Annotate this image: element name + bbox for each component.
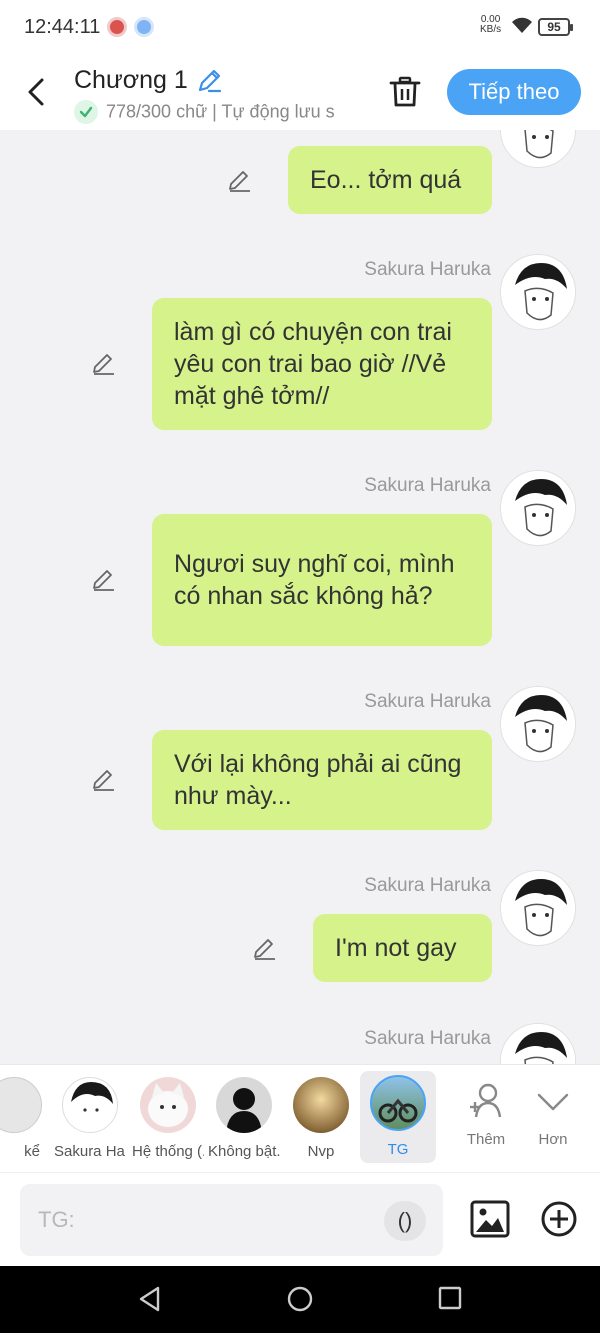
edit-message-icon[interactable] — [90, 767, 116, 793]
bike-avatar — [370, 1075, 426, 1131]
character-strip[interactable]: kể Sakura Ha... Hệ thống (... Không bật.… — [0, 1064, 600, 1172]
avatar[interactable] — [500, 470, 576, 546]
message-bubble[interactable]: Ngươi suy nghĩ coi, mình có nhan sắc khô… — [152, 514, 492, 646]
add-label: Thêm — [466, 1131, 506, 1148]
save-status: 778/300 chữ | Tự động lưu s — [74, 100, 364, 124]
sender-name: Sakura Haruka — [364, 259, 491, 280]
sender-name: Sakura Haruka — [364, 875, 491, 896]
edit-message-icon[interactable] — [226, 168, 252, 194]
edit-title-icon[interactable] — [195, 67, 223, 95]
input-bar: () — [0, 1172, 600, 1266]
message-text: Ngươi suy nghĩ coi, mình có nhan sắc khô… — [174, 550, 455, 610]
character-name: kể — [24, 1143, 40, 1160]
message-bubble[interactable]: làm gì có chuyện con trai yêu con trai b… — [152, 298, 492, 430]
nav-recents-icon[interactable] — [437, 1285, 463, 1311]
character-name: TG — [387, 1141, 409, 1158]
light-avatar — [293, 1077, 349, 1133]
chevron-down-icon — [537, 1093, 569, 1111]
edit-message-icon[interactable] — [90, 567, 116, 593]
saved-check-icon — [74, 100, 98, 124]
add-circle-icon[interactable] — [540, 1200, 578, 1238]
message-text: Với lại không phải ai cũng như mày... — [174, 750, 462, 810]
narrator-icon — [0, 1077, 42, 1133]
image-icon[interactable] — [470, 1200, 510, 1238]
app-notification-icon — [134, 17, 154, 37]
cat-avatar — [140, 1077, 196, 1133]
word-count: 778/300 chữ — [106, 101, 208, 122]
character-khong-bat[interactable]: Không bật... — [208, 1073, 280, 1160]
action-bracket-button[interactable]: () — [384, 1201, 426, 1241]
status-bar: 12:44:11 0.00 KB/s 95 — [0, 0, 600, 56]
more-label: Hơn — [538, 1131, 568, 1148]
character-system[interactable]: Hệ thống (... — [132, 1073, 204, 1160]
character-name: Không bật... — [208, 1143, 280, 1160]
chat-area[interactable]: Eo... tởm quá Sakura Haruka làm gì có ch… — [0, 130, 600, 1064]
back-button[interactable] — [24, 76, 52, 108]
avatar[interactable] — [500, 1023, 576, 1064]
more-button[interactable]: Hơn — [523, 1081, 583, 1148]
message-text: I'm not gay — [335, 934, 457, 962]
character-name: Nvp — [307, 1143, 335, 1160]
message-bubble[interactable]: Với lại không phải ai cũng như mày... — [152, 730, 492, 830]
edit-message-icon[interactable] — [90, 351, 116, 377]
sender-name: Sakura Haruka — [364, 475, 491, 496]
character-narrator[interactable]: kể — [0, 1073, 50, 1160]
character-name: Hệ thống (... — [132, 1143, 204, 1160]
character-tg[interactable]: TG — [360, 1071, 436, 1163]
nav-back-icon[interactable] — [136, 1285, 164, 1313]
silhouette-avatar — [216, 1077, 272, 1133]
character-name: Sakura Ha... — [54, 1143, 126, 1160]
battery-icon: 95 — [538, 18, 573, 36]
network-speed: 0.00 KB/s — [480, 15, 501, 35]
character-nvp[interactable]: Nvp — [285, 1073, 357, 1160]
avatar[interactable] — [500, 254, 576, 330]
network-speed-unit: KB/s — [480, 24, 502, 35]
chapter-title[interactable]: Chương 1 — [74, 66, 188, 95]
message-text: làm gì có chuyện con trai yêu con trai b… — [174, 318, 452, 410]
avatar[interactable] — [500, 130, 576, 168]
message-input[interactable] — [20, 1184, 443, 1256]
sender-name: Sakura Haruka — [364, 1028, 491, 1049]
avatar[interactable] — [500, 686, 576, 762]
sender-name: Sakura Haruka — [364, 691, 491, 712]
status-time: 12:44:11 — [24, 16, 101, 38]
delete-button[interactable] — [388, 75, 422, 109]
message-text: Eo... tởm quá — [310, 166, 462, 194]
add-person-icon — [470, 1083, 502, 1118]
manga-avatar — [62, 1077, 118, 1133]
autosave-text: | Tự động lưu s — [212, 101, 335, 122]
notification-icon — [107, 17, 127, 37]
message-bubble[interactable]: I'm not gay — [313, 914, 492, 982]
wifi-icon — [512, 17, 532, 33]
character-sakura[interactable]: Sakura Ha... — [54, 1073, 126, 1160]
add-character-button[interactable]: Thêm — [456, 1081, 516, 1148]
message-bubble[interactable]: Eo... tởm quá — [288, 146, 492, 214]
app-root: 12:44:11 0.00 KB/s 95 Chương 1 778/300 c… — [0, 0, 600, 1333]
system-nav-bar — [0, 1266, 600, 1333]
next-button[interactable]: Tiếp theo — [447, 69, 581, 115]
edit-message-icon[interactable] — [251, 936, 277, 962]
avatar[interactable] — [500, 870, 576, 946]
nav-home-icon[interactable] — [286, 1285, 314, 1313]
editor-header: Chương 1 778/300 chữ | Tự động lưu s Tiế… — [0, 56, 600, 130]
